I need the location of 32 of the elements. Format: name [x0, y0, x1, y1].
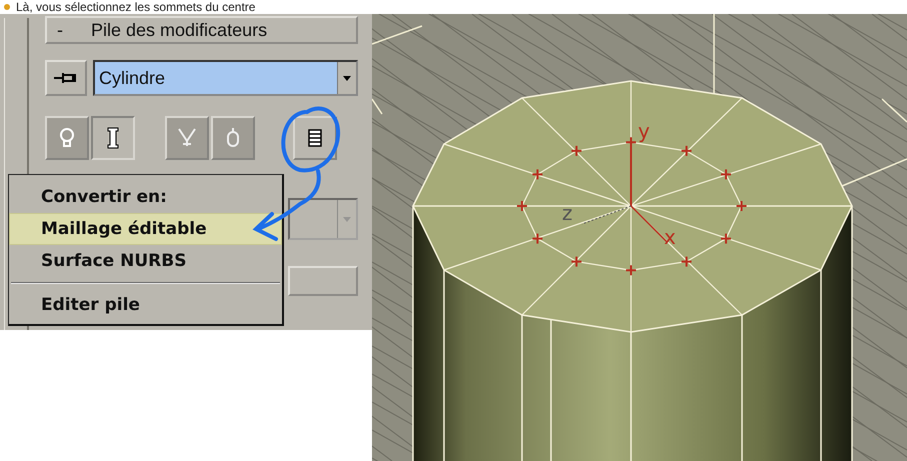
toolbar-button[interactable] — [293, 116, 337, 160]
dropdown-value: Cylindre — [98, 68, 166, 88]
vertex-marker[interactable] — [570, 256, 582, 268]
dropdown-arrow-icon — [343, 76, 351, 80]
vertex-marker[interactable] — [532, 168, 544, 180]
pin-stack-button[interactable] — [45, 60, 87, 96]
vertex-marker[interactable] — [570, 144, 582, 157]
vertex-marker[interactable] — [720, 168, 732, 180]
rollout-title: Pile des modificateurs — [91, 20, 268, 40]
pin-icon — [53, 71, 79, 85]
vertex-marker[interactable] — [532, 232, 544, 245]
menu-item[interactable]: Editer pile — [9, 289, 282, 321]
modifier-dropdown[interactable]: Cylindre — [93, 60, 358, 96]
menu-item[interactable]: Surface NURBS — [9, 245, 282, 277]
menu-header: Convertir en: — [40, 186, 168, 209]
z-axis-label: z — [562, 201, 572, 225]
y-axis-label: y — [638, 119, 650, 143]
bullet-icon — [4, 4, 10, 10]
vertex-marker[interactable] — [680, 256, 692, 268]
collapse-symbol: - — [57, 20, 63, 40]
vertex-marker[interactable] — [736, 200, 748, 212]
vertex-marker[interactable] — [720, 232, 732, 245]
vertex-marker[interactable] — [625, 264, 637, 276]
rollout-header[interactable]: - Pile des modificateurs — [45, 16, 358, 44]
menu-item[interactable]: Maillage éditable — [9, 213, 282, 245]
x-axis-label: x — [664, 225, 676, 249]
vertex-marker[interactable] — [516, 200, 528, 212]
caption-text: Là, vous sélectionnez les sommets du centre — [16, 0, 256, 14]
panel-button[interactable] — [288, 266, 358, 296]
dropdown-arrow-icon — [343, 216, 351, 222]
toolbar-button[interactable] — [91, 116, 135, 160]
vertex-marker[interactable] — [680, 144, 692, 157]
